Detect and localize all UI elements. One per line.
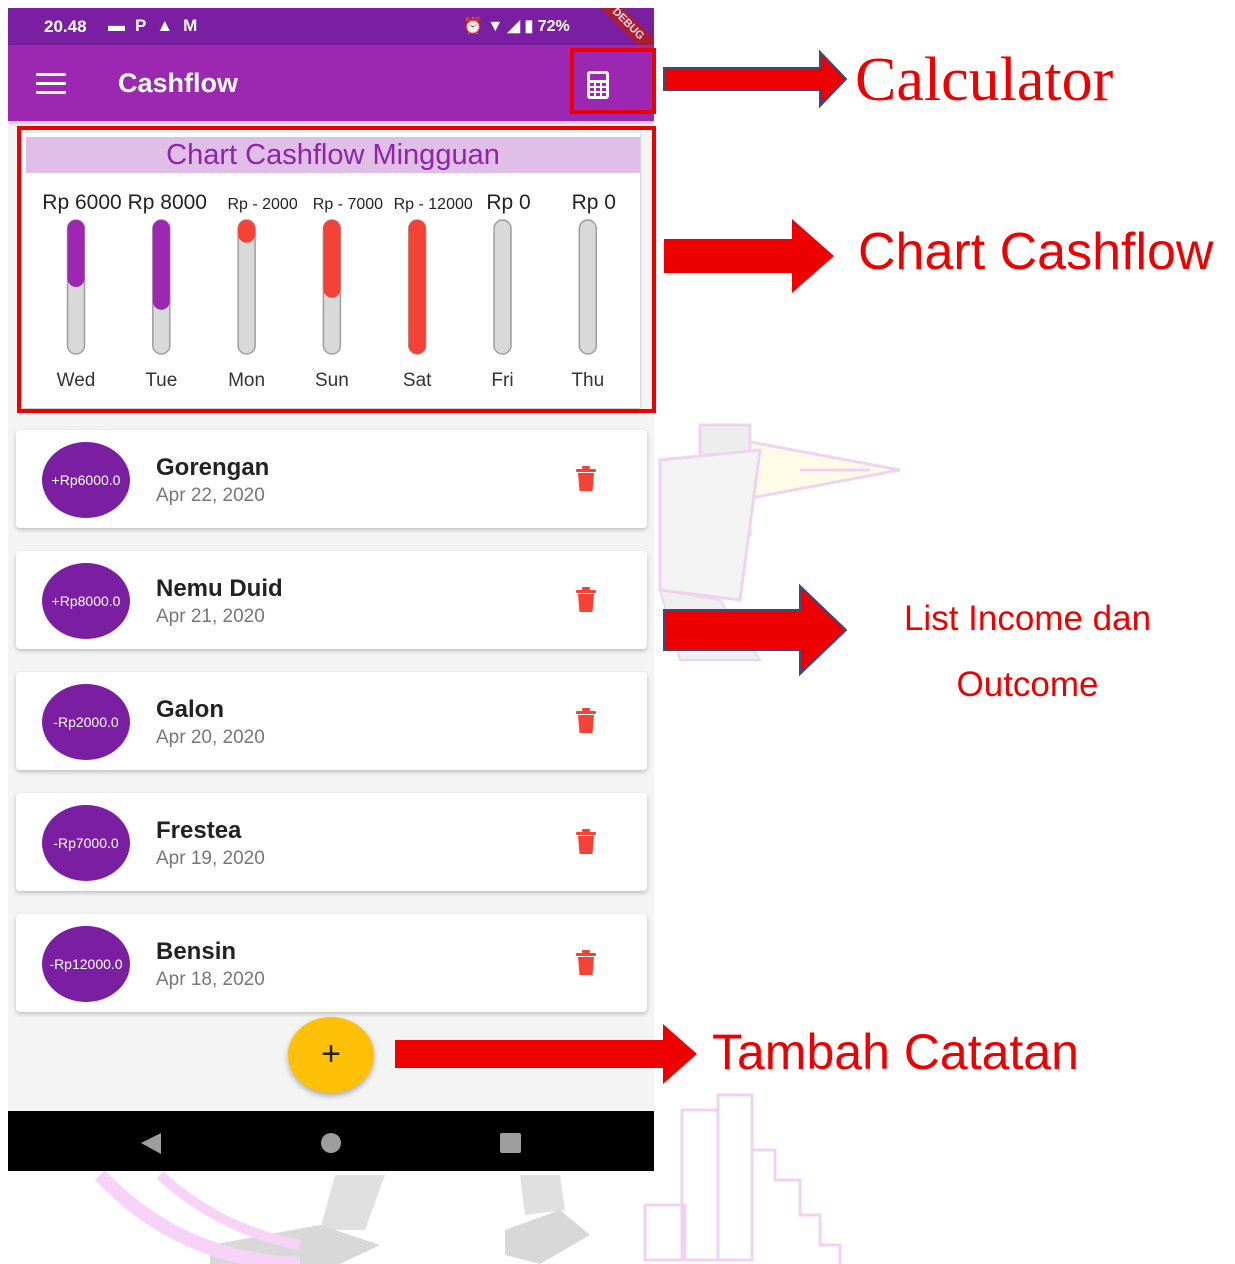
page-title: Cashflow	[118, 68, 239, 98]
delete-icon[interactable]	[575, 587, 597, 613]
delete-icon[interactable]	[575, 708, 597, 734]
notification-icons: ▬P▲M	[108, 16, 207, 36]
amount-avatar: -Rp2000.0	[42, 684, 130, 760]
warning-icon: ▲	[156, 16, 184, 35]
transaction-item[interactable]: -Rp2000.0 Galon Apr 20, 2020	[16, 672, 647, 770]
screenshot-canvas: 20.48 ▬P▲M ⏰ ▼ ◢ ▮ 72% DEBUG Cashflow Ch…	[0, 0, 1235, 1264]
transaction-date: Apr 22, 2020	[156, 485, 265, 506]
transaction-item[interactable]: -Rp12000.0 Bensin Apr 18, 2020	[16, 914, 647, 1012]
chart-arrow	[664, 219, 834, 293]
transaction-date: Apr 19, 2020	[156, 848, 265, 869]
transaction-title: Galon	[156, 696, 225, 723]
transaction-title: Bensin	[156, 938, 237, 965]
app-bar: Cashflow	[8, 45, 654, 121]
back-icon[interactable]	[141, 1133, 161, 1154]
recents-icon[interactable]	[500, 1133, 521, 1153]
annotation-add: Tambah Catatan	[712, 1024, 1079, 1080]
transaction-item[interactable]: +Rp8000.0 Nemu Duid Apr 21, 2020	[16, 551, 647, 649]
alarm-icon: ⏰	[463, 18, 483, 35]
nav-icons	[141, 1133, 521, 1154]
transaction-title: Gorengan	[156, 454, 270, 481]
annotation-list-line1: List Income dan	[903, 599, 1152, 638]
transaction-title: Nemu Duid	[156, 575, 283, 602]
status-time: 20.48	[44, 17, 87, 36]
delete-icon[interactable]	[575, 829, 597, 855]
add-transaction-button[interactable]: +	[288, 1017, 374, 1093]
calculator-arrow	[663, 49, 848, 109]
system-icons: ⏰ ▼ ◢ ▮ 72%	[463, 16, 570, 36]
annotation-calculator: Calculator	[855, 46, 1114, 114]
amount-avatar: +Rp6000.0	[42, 442, 130, 518]
amount-avatar: +Rp8000.0	[42, 563, 130, 639]
amount-avatar: -Rp7000.0	[42, 805, 130, 881]
transaction-item[interactable]: +Rp6000.0 Gorengan Apr 22, 2020	[16, 430, 647, 528]
annotation-list: List Income dan Outcome	[850, 586, 1205, 718]
battery-percent: 72%	[537, 18, 570, 35]
navigation-bar	[8, 1111, 654, 1171]
wifi-icon: ▼	[487, 18, 504, 35]
transaction-date: Apr 20, 2020	[156, 727, 265, 748]
transaction-date: Apr 21, 2020	[156, 606, 265, 627]
calculator-highlight	[570, 48, 656, 114]
battery-icon: ▮	[524, 18, 534, 35]
menu-icon[interactable]	[36, 73, 66, 95]
transaction-date: Apr 18, 2020	[156, 969, 265, 990]
transaction-title: Frestea	[156, 817, 242, 844]
annotation-chart: Chart Cashflow	[858, 223, 1214, 281]
add-arrow	[395, 1024, 697, 1084]
delete-icon[interactable]	[575, 466, 597, 492]
message-icon: ▬	[108, 16, 135, 35]
p-icon: P	[135, 16, 157, 35]
chart-highlight	[17, 126, 656, 413]
gmail-icon: M	[183, 16, 208, 35]
annotation-list-line2: Outcome	[956, 665, 1099, 704]
transaction-item[interactable]: -Rp7000.0 Frestea Apr 19, 2020	[16, 793, 647, 891]
delete-icon[interactable]	[575, 950, 597, 976]
list-arrow	[663, 583, 848, 677]
status-bar: 20.48 ▬P▲M ⏰ ▼ ◢ ▮ 72% DEBUG	[8, 8, 654, 73]
signal-icon: ◢	[507, 18, 520, 35]
amount-avatar: -Rp12000.0	[42, 926, 130, 1002]
home-icon[interactable]	[321, 1133, 341, 1153]
